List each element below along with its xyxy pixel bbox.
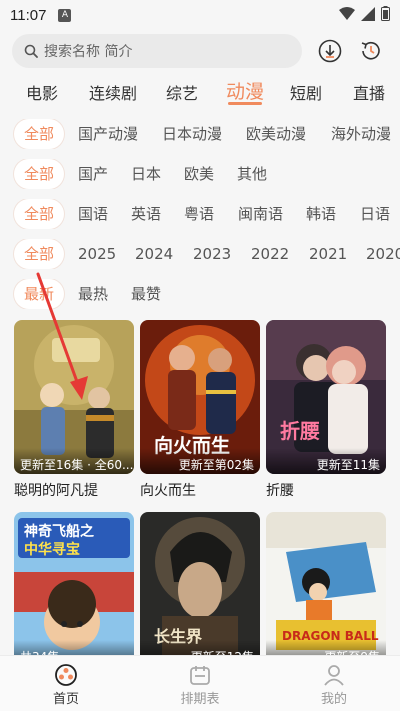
tab-variety[interactable]: 综艺 [166,80,198,104]
filter-row-language: 全部 国语 英语 粤语 闽南语 韩语 日语 [0,199,400,229]
chip-year-all[interactable]: 全部 [14,239,65,269]
search-row: 搜索名称 简介 [12,34,392,68]
chip-region-jp[interactable]: 日本 [131,159,161,189]
nav-profile-label: 我的 [320,692,347,707]
chip-genre-all[interactable]: 全部 [14,119,65,149]
anime-card[interactable]: 折腰 更新至11集 折腰 [266,320,386,500]
chip-lang-japanese[interactable]: 日语 [360,199,390,229]
tab-live[interactable]: 直播 [353,80,385,104]
chip-region-other[interactable]: 其他 [237,159,267,189]
nav-profile[interactable]: 我的 [294,664,374,707]
download-icon [318,39,342,63]
chip-year-2020[interactable]: 2020 [366,239,400,269]
tab-movie[interactable]: 电影 [26,80,58,104]
episode-badge: 更新至11集 [266,448,386,474]
chip-genre-jp[interactable]: 日本动漫 [162,119,222,149]
anime-card[interactable]: 神奇飞船之 中华寻宝 共34集 [14,512,134,660]
active-tab-indicator [228,102,262,105]
chip-region-all[interactable]: 全部 [14,159,65,189]
status-bar: 11:07 A [0,0,400,30]
anime-card[interactable]: 向火而生 更新至第02集 向火而生 [140,320,260,500]
chip-lang-english[interactable]: 英语 [131,199,161,229]
svg-text:折腰: 折腰 [280,419,320,443]
chip-genre-west[interactable]: 欧美动漫 [246,119,306,149]
tab-series[interactable]: 连续剧 [89,80,137,104]
anime-card[interactable]: 长生界 更新至12集 [140,512,260,660]
filter-row-region: 全部 国产 日本 欧美 其他 [0,159,400,189]
history-icon [361,41,380,60]
poster-image: 折腰 更新至11集 [266,320,386,474]
tab-short-drama[interactable]: 短剧 [290,80,322,104]
episode-badge: 更新至第02集 [140,448,260,474]
wifi-icon [339,6,355,20]
anime-card[interactable]: DRAGON BALL 更新至9集 [266,512,386,660]
poster-image: 长生界 更新至12集 [140,512,260,660]
status-time: 11:07 [10,6,47,24]
nav-schedule[interactable]: 排期表 [160,664,240,707]
search-icon [24,44,38,58]
chip-genre-cn[interactable]: 国产动漫 [78,119,138,149]
svg-text:神奇飞船之: 神奇飞船之 [24,523,94,540]
search-input[interactable]: 搜索名称 简介 [12,34,302,68]
chip-lang-all[interactable]: 全部 [14,199,65,229]
svg-text:中华寻宝: 中华寻宝 [24,541,80,558]
chip-lang-korean[interactable]: 韩语 [306,199,336,229]
card-title: 聪明的阿凡提 [14,483,98,499]
chip-lang-cantonese[interactable]: 粤语 [184,199,214,229]
user-icon [324,665,344,686]
nav-home[interactable]: 首页 [26,664,106,707]
poster-image: 神奇飞船之 中华寻宝 共34集 [14,512,134,660]
nav-home-label: 首页 [52,692,79,707]
chip-year-2023[interactable]: 2023 [193,239,231,269]
chip-lang-mandarin[interactable]: 国语 [78,199,108,229]
bottom-nav: 首页 排期表 我的 [0,655,400,711]
chip-year-2022[interactable]: 2022 [251,239,289,269]
calendar-icon [190,666,210,685]
chip-lang-minnan[interactable]: 闽南语 [238,199,283,229]
history-button[interactable] [358,38,384,64]
signal-icon [361,6,375,21]
tab-anime[interactable]: 动漫 [226,77,264,104]
notification-badge: A [58,8,72,22]
chip-year-2024[interactable]: 2024 [135,239,173,269]
chip-genre-overseas[interactable]: 海外动漫 [331,119,391,149]
search-placeholder: 搜索名称 简介 [44,44,133,60]
episode-badge: 更新至16集 · 全60... [14,448,134,474]
status-icons [339,6,390,21]
chip-region-cn[interactable]: 国产 [78,159,108,189]
chip-year-2025[interactable]: 2025 [78,239,116,269]
card-title: 向火而生 [140,483,196,499]
home-icon [55,664,77,686]
nav-schedule-label: 排期表 [180,692,220,707]
chip-sort-top-rated[interactable]: 最赞 [131,279,161,309]
download-button[interactable] [317,38,343,64]
chip-region-west[interactable]: 欧美 [184,159,214,189]
filter-row-genre: 全部 国产动漫 日本动漫 欧美动漫 海外动漫 [0,119,400,149]
card-title: 折腰 [266,483,294,499]
chip-year-2021[interactable]: 2021 [309,239,347,269]
battery-icon [381,6,390,21]
poster-image: 向火而生 更新至第02集 [140,320,260,474]
red-arrow-annotation [36,272,88,400]
filter-row-year: 全部 2025 2024 2023 2022 2021 2020 [0,239,400,269]
poster-image: DRAGON BALL 更新至9集 [266,512,386,660]
category-tabs: 电影 连续剧 综艺 动漫 短剧 直播 [0,74,400,108]
